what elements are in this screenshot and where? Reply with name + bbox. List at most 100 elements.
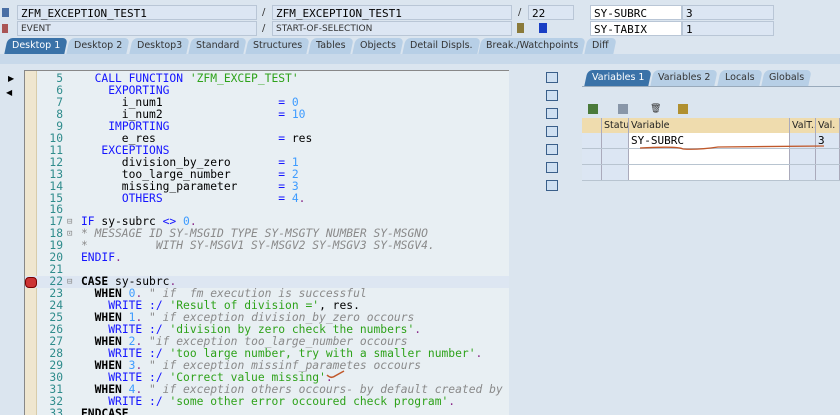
tab-desktop-1[interactable]: Desktop 1: [4, 38, 68, 54]
sysfield-name-2[interactable]: SY-TABIX: [590, 21, 682, 36]
table-header: Status Variable ValT... Val.: [582, 118, 840, 133]
event-type-field[interactable]: EVENT: [17, 21, 257, 36]
sysfield-value-1[interactable]: 3: [682, 5, 774, 20]
line-number: 32: [49, 394, 63, 408]
separator: /: [262, 7, 266, 18]
tab-label: Break./Watchpoints: [486, 40, 579, 51]
row-selector[interactable]: [582, 133, 602, 148]
code-token: 'some other error occoured check program…: [169, 394, 449, 408]
status-cell[interactable]: [602, 149, 629, 164]
row-selector[interactable]: [582, 165, 602, 180]
code-token: .: [448, 394, 456, 408]
variable-cell[interactable]: [629, 165, 790, 180]
maximize-icon[interactable]: [546, 126, 558, 137]
annotation-underline: [639, 145, 825, 150]
tab-diff[interactable]: Diff: [584, 38, 617, 54]
split-icon[interactable]: [546, 144, 558, 155]
line-number: 29: [49, 358, 63, 372]
col-valtype[interactable]: ValT...: [790, 118, 816, 133]
program-field[interactable]: ZFM_EXCEPTION_TEST1: [17, 5, 257, 20]
variables-panel: Variables 1 Variables 2 Locals Globals 🗑 St…: [578, 66, 840, 414]
line-number: 12: [49, 155, 63, 169]
code-text: OTHERS = 4.: [81, 191, 306, 205]
code-line[interactable]: 15 OTHERS = 4.: [25, 191, 509, 205]
col-status[interactable]: Status: [602, 118, 629, 133]
fold-toggle-icon[interactable]: ⊡: [67, 228, 72, 240]
sysfield-value-2[interactable]: 1: [682, 21, 774, 36]
tools-icon[interactable]: [546, 180, 558, 191]
line-number: 30: [49, 370, 63, 384]
tab-desktop-2[interactable]: Desktop 2: [66, 38, 131, 54]
expand-right-icon[interactable]: ▶: [8, 74, 14, 83]
tab-label: Globals: [768, 72, 804, 83]
tab-label: Diff: [592, 40, 609, 51]
code-line[interactable]: 20 ENDIF.: [25, 252, 509, 264]
fold-toggle-icon[interactable]: ⊟: [67, 216, 72, 228]
tab-label: Objects: [359, 40, 396, 51]
expand-left-icon[interactable]: ◀: [6, 88, 12, 97]
code-token: * WITH SY-MSGV1 SY-MSGV2 SY-MSGV3 SY-MSG…: [81, 239, 435, 253]
line-number: 11: [49, 143, 63, 157]
code-token: :/: [149, 394, 170, 408]
delete-icon[interactable]: 🗑: [650, 104, 661, 114]
new-window-icon[interactable]: [546, 90, 558, 101]
tab-objects[interactable]: Objects: [351, 38, 404, 54]
var-tab-variables-1[interactable]: Variables 1: [584, 70, 653, 86]
fold-toggle-icon[interactable]: ⊟: [67, 276, 72, 288]
code-token: =: [278, 191, 292, 205]
col-value[interactable]: Val.: [816, 118, 840, 133]
tab-break-watchpoints[interactable]: Break./Watchpoints: [478, 38, 587, 54]
event-field[interactable]: START-OF-SELECTION: [272, 21, 512, 36]
var-tab-variables-2[interactable]: Variables 2: [650, 70, 719, 86]
source-icon[interactable]: [517, 23, 524, 33]
tab-label: Structures: [252, 40, 303, 51]
include-field[interactable]: ZFM_EXCEPTION_TEST1: [272, 5, 512, 20]
program-icon: [2, 8, 9, 17]
line-number: 14: [49, 179, 63, 193]
code-token: 'ZFM_EXCEP_TEST': [189, 72, 299, 85]
code-text: * WITH SY-MSGV1 SY-MSGV2 SY-MSGV3 SY-MSG…: [81, 240, 435, 252]
line-field[interactable]: 22: [528, 5, 574, 20]
sysfield-name-1[interactable]: SY-SUBRC: [590, 5, 682, 20]
annotation-check: [326, 370, 345, 379]
tab-desktop3[interactable]: Desktop3: [128, 38, 190, 54]
find-icon[interactable]: [678, 104, 688, 114]
value-cell[interactable]: [816, 165, 840, 180]
var-tab-locals[interactable]: Locals: [717, 70, 763, 86]
code-token: .: [475, 346, 483, 360]
tab-tables[interactable]: Tables: [308, 38, 354, 54]
event-icon: [2, 24, 8, 33]
code-token: 4: [291, 191, 299, 205]
tab-structures[interactable]: Structures: [245, 38, 310, 54]
source-editor[interactable]: 5 CALL FUNCTION 'ZFM_EXCEP_TEST' 6 EXPORT…: [24, 70, 509, 415]
table-row[interactable]: [582, 165, 840, 181]
tab-detail-displs-[interactable]: Detail Displs.: [401, 38, 480, 54]
code-token: OTHERS: [121, 191, 163, 205]
status-cell[interactable]: [602, 133, 629, 148]
swap-icon[interactable]: [546, 108, 558, 119]
info-icon[interactable]: [539, 23, 547, 33]
tab-label: Standard: [195, 40, 239, 51]
code-token: =: [278, 107, 292, 121]
breakpoint-icon[interactable]: [25, 277, 37, 289]
tab-standard[interactable]: Standard: [188, 38, 247, 54]
var-tab-globals[interactable]: Globals: [760, 70, 812, 86]
valtype-cell[interactable]: [790, 165, 816, 180]
line-number: 31: [49, 382, 63, 396]
select-all-icon[interactable]: [582, 118, 602, 133]
row-selector[interactable]: [582, 149, 602, 164]
status-cell[interactable]: [602, 165, 629, 180]
headphones-icon[interactable]: [546, 162, 558, 173]
close-icon[interactable]: [546, 72, 558, 83]
insert-row-icon[interactable]: [588, 104, 598, 114]
copy-icon[interactable]: [618, 104, 628, 114]
tab-label: Tables: [316, 40, 346, 51]
separator: /: [262, 23, 266, 34]
code-token: .: [414, 322, 422, 336]
col-variable[interactable]: Variable: [629, 118, 790, 133]
code-token: res: [291, 131, 313, 145]
variables-tabs: Variables 1 Variables 2 Locals Globals: [584, 70, 812, 86]
tab-band: [0, 54, 840, 64]
